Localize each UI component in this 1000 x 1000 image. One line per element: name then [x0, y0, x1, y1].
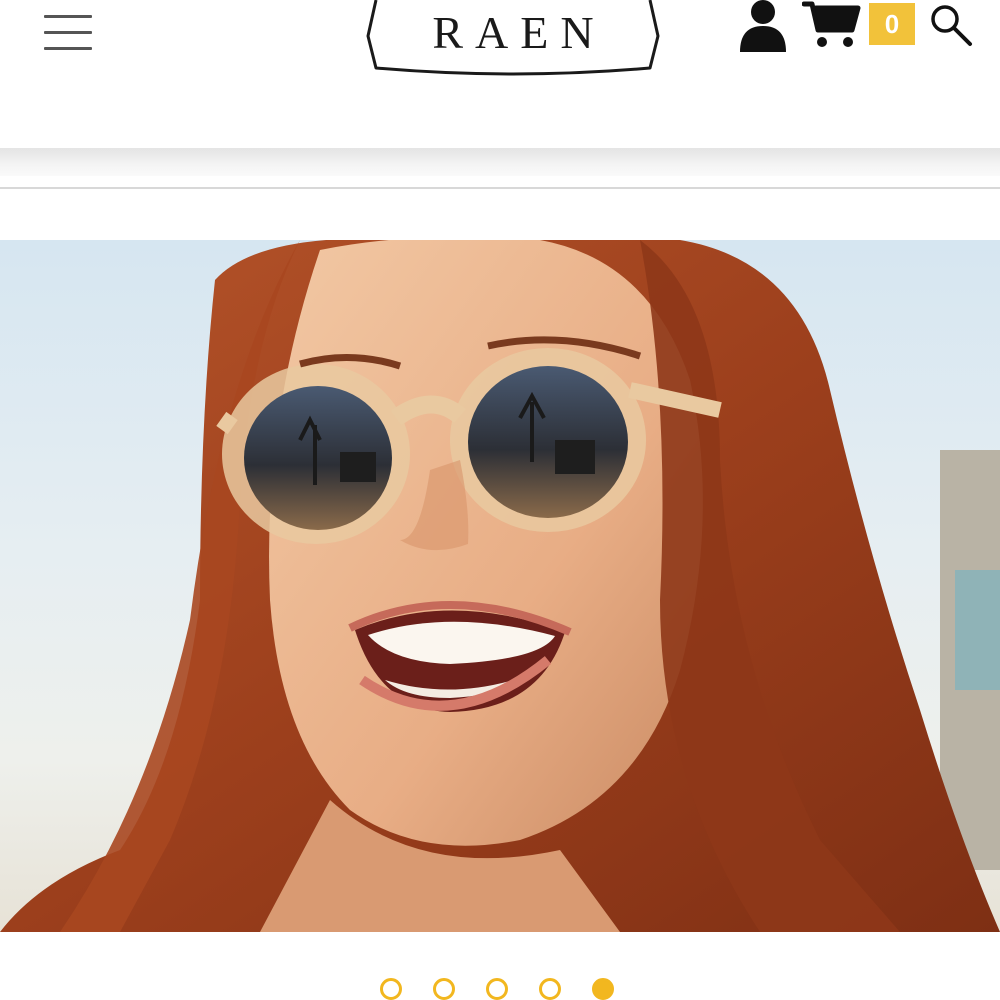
divider: [0, 187, 1000, 189]
site-header: RAEN 0: [0, 0, 1000, 150]
logo-text: RAEN: [432, 7, 606, 58]
menu-icon[interactable]: [40, 12, 96, 56]
carousel-dot[interactable]: [433, 978, 455, 1000]
hero-image[interactable]: [0, 240, 1000, 932]
account-icon[interactable]: [736, 0, 790, 54]
header-shadow: [0, 148, 1000, 176]
search-icon[interactable]: [928, 2, 974, 48]
carousel-dot[interactable]: [380, 978, 402, 1000]
cart-icon[interactable]: [801, 0, 862, 50]
carousel-dot[interactable]: [486, 978, 508, 1000]
raen-logo[interactable]: RAEN: [366, 0, 660, 78]
carousel-dot[interactable]: [592, 978, 614, 1000]
page: RAEN 0: [0, 0, 1000, 1000]
carousel-dot[interactable]: [539, 978, 561, 1000]
carousel-indicators: [380, 978, 630, 1000]
cart-count-badge[interactable]: 0: [869, 3, 915, 45]
